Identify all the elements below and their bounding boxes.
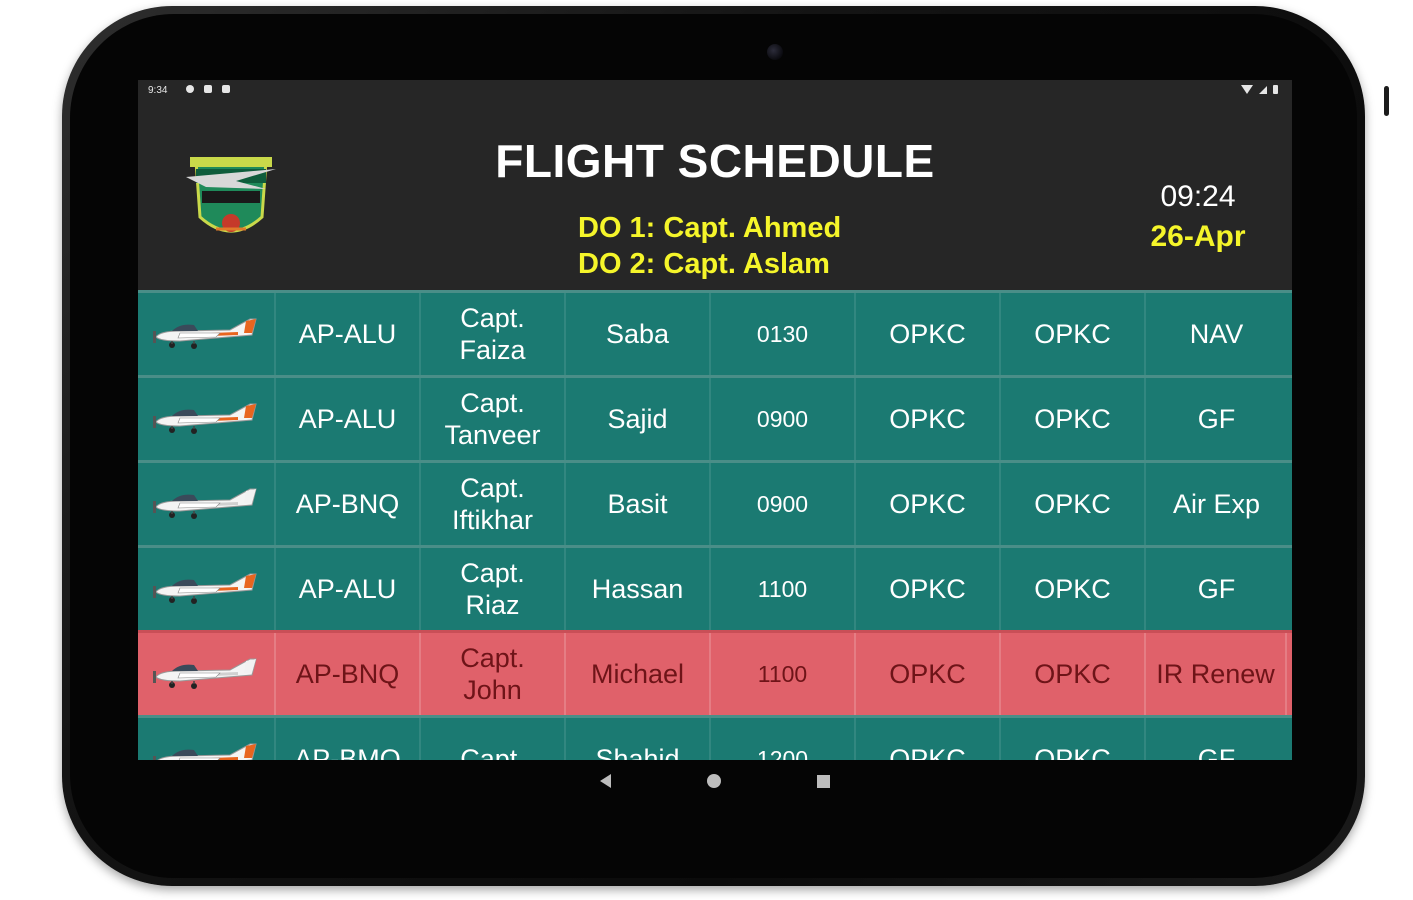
clock-time: 09:24 — [1160, 180, 1236, 213]
flight-type-cell: GF — [1197, 404, 1236, 434]
registration-cell: AP-ALU — [276, 378, 421, 460]
wifi-icon — [1241, 85, 1253, 94]
arrival-cell: OPKC — [1001, 378, 1146, 460]
airplane-white-icon — [153, 488, 257, 519]
registration-cell: AP-BMQ — [276, 718, 421, 760]
aircraft-cell — [138, 463, 276, 545]
student-cell: Michael — [566, 633, 711, 715]
instructor-cell: Capt. Riaz — [421, 548, 566, 630]
aircraft-cell — [138, 293, 276, 375]
registration-cell: AP-BNQ — [276, 633, 421, 715]
registration-cell: AP-ALU — [276, 293, 421, 375]
duty-officer-1: DO 1: Capt. Ahmed — [578, 212, 842, 244]
page-title: FLIGHT SCHEDULE — [495, 135, 935, 187]
time-cell: 1100 — [711, 633, 856, 715]
status-bar: 9:34 — [138, 80, 1292, 102]
time-cell: 0130 — [711, 293, 856, 375]
duty-officer-2: DO 2: Capt. Aslam — [578, 248, 830, 280]
instructor-cell: Capt. Faiza — [421, 293, 566, 375]
schedule-row[interactable]: AP-ALU Capt. Faiza Saba 0130 OPKC OPKC NAV — [138, 290, 1292, 375]
student-cell: Saba — [566, 293, 711, 375]
schedule-row[interactable]: AP-BMQ Capt. Shahid 1200 OPKC OPKC GF — [138, 715, 1292, 760]
departure-cell: OPKC — [856, 378, 1001, 460]
flight-type-cell: NAV — [1189, 319, 1244, 349]
signal-icon — [1259, 85, 1267, 94]
aircraft-cell — [138, 633, 276, 715]
student-cell: Sajid — [566, 378, 711, 460]
arrival-cell: OPKC — [1001, 293, 1146, 375]
aircraft-cell — [138, 718, 276, 760]
settings-notification-icon — [186, 85, 194, 93]
airplane-orange-icon — [153, 573, 257, 604]
flight-type-cell: Air Exp — [1172, 489, 1261, 519]
instructor-cell: Capt. — [421, 718, 566, 760]
schedule-row[interactable]: AP-ALU Capt. Riaz Hassan 1100 OPKC OPKC GF — [138, 545, 1292, 630]
departure-cell: OPKC — [856, 548, 1001, 630]
app-notification-icon — [204, 85, 212, 93]
registration-cell: AP-ALU — [276, 548, 421, 630]
storage-notification-icon — [222, 85, 230, 93]
airplane-orange-icon — [153, 743, 257, 760]
arrival-cell: OPKC — [1001, 718, 1146, 760]
system-nav-bar — [138, 760, 1292, 802]
instructor-cell: Capt. Tanveer — [421, 378, 566, 460]
time-cell: 0900 — [711, 463, 856, 545]
departure-cell: OPKC — [856, 718, 1001, 760]
student-cell: Shahid — [566, 718, 711, 760]
time-cell: 0900 — [711, 378, 856, 460]
instructor-cell: Capt. Iftikhar — [421, 463, 566, 545]
notification-icons — [186, 85, 230, 93]
clock-date: 26-Apr — [1150, 220, 1246, 253]
student-cell: Basit — [566, 463, 711, 545]
schedule-header: FLIGHT SCHEDULE DO 1: Capt. Ahmed DO 2: … — [138, 102, 1292, 290]
time-cell: 1200 — [711, 718, 856, 760]
recents-square-icon[interactable] — [817, 774, 830, 788]
student-cell: Hassan — [566, 548, 711, 630]
side-button — [1384, 86, 1389, 116]
time-cell: 1100 — [711, 548, 856, 630]
flight-type-cell: GF — [1197, 574, 1236, 604]
arrival-cell: OPKC — [1001, 463, 1146, 545]
front-camera-icon — [767, 44, 783, 60]
back-triangle-icon[interactable] — [600, 774, 611, 788]
instructor-cell: Capt. John — [421, 633, 566, 715]
home-circle-icon[interactable] — [707, 774, 721, 788]
arrival-cell: OPKC — [1001, 633, 1146, 715]
departure-cell: OPKC — [856, 293, 1001, 375]
registration-cell: AP-BNQ — [276, 463, 421, 545]
departure-cell: OPKC — [856, 633, 1001, 715]
departure-cell: OPKC — [856, 463, 1001, 545]
battery-icon — [1273, 85, 1278, 94]
flight-type-cell: IR Renew — [1146, 633, 1287, 715]
schedule-row[interactable]: AP-BNQ Capt. John Michael 1100 OPKC OPKC IR Re… — [138, 630, 1292, 715]
schedule-row[interactable]: AP-BNQ Capt. Iftikhar Basit 0900 OPKC OPKC Air… — [138, 460, 1292, 545]
airplane-orange-icon — [153, 403, 257, 434]
schedule-row[interactable]: AP-ALU Capt. Tanveer Sajid 0900 OPKC OPKC GF — [138, 375, 1292, 460]
system-status-icons — [1241, 85, 1278, 94]
status-time: 9:34 — [148, 85, 168, 96]
arrival-cell: OPKC — [1001, 548, 1146, 630]
flight-type-cell: GF — [1197, 744, 1236, 760]
airplane-orange-icon — [153, 318, 257, 349]
airplane-white-icon — [153, 658, 257, 689]
aircraft-cell — [138, 548, 276, 630]
aircraft-cell — [138, 378, 276, 460]
app-screen: 9:34 FLIGHT SCHEDULE DO 1: Capt. Ahmed D… — [138, 80, 1292, 760]
